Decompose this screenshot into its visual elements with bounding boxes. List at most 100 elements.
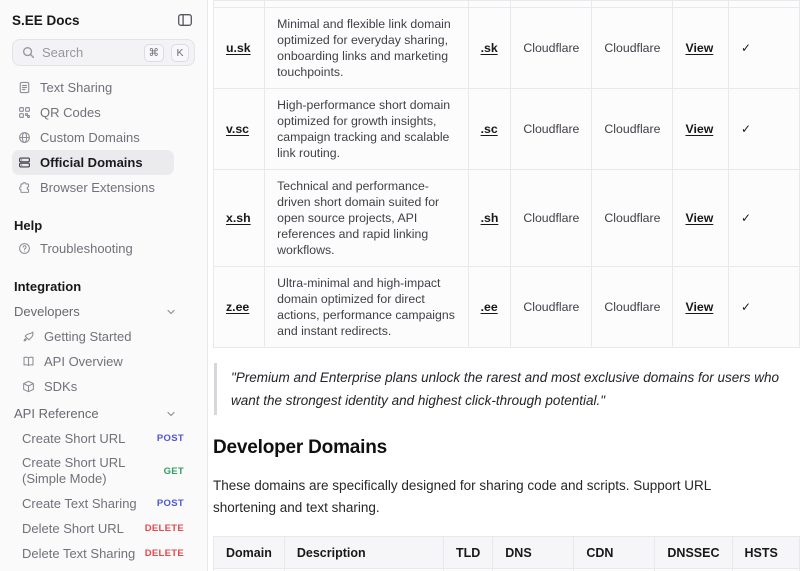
cdn-value: Cloudflare: [592, 170, 673, 267]
dns-value: Cloudflare: [511, 170, 592, 267]
column-header: Domain: [214, 537, 285, 569]
developer-domains-heading: Developer Domains: [213, 437, 800, 459]
domain-link[interactable]: x.sh: [226, 211, 251, 225]
domain-description: Minimal and flexible link domain optimiz…: [265, 8, 468, 89]
sidebar-item-create-text-sharing[interactable]: Create Text Sharing POST: [12, 491, 186, 516]
sidebar-item-label: Browser Extensions: [40, 180, 155, 195]
sidebar-section-help: Help: [12, 214, 174, 236]
column-header: CDN: [574, 537, 655, 569]
sidebar-item-api-overview[interactable]: API Overview: [12, 349, 174, 374]
sidebar-item-delete-short-url[interactable]: Delete Short URL DELETE: [12, 516, 186, 541]
main-content: u.sk Minimal and flexible link domain op…: [208, 0, 800, 571]
dns-value: Cloudflare: [511, 8, 592, 89]
table-row-partial: [214, 1, 800, 8]
group-label: Developers: [14, 304, 80, 319]
domain-description: Technical and performance-driven short d…: [265, 170, 468, 267]
tld-link[interactable]: .ee: [481, 300, 498, 314]
sidebar-item-custom-domains[interactable]: Custom Domains: [12, 125, 174, 150]
sidebar-group-api-reference[interactable]: API Reference: [12, 401, 182, 426]
method-badge: GET: [164, 466, 184, 477]
domain-link[interactable]: u.sk: [226, 41, 251, 55]
rocket-icon: [22, 330, 35, 343]
package-icon: [22, 380, 35, 393]
sidebar-item-label: API Overview: [44, 354, 123, 369]
domain-link[interactable]: z.ee: [226, 300, 249, 314]
column-header: TLD: [443, 537, 492, 569]
panel-left-icon: [177, 12, 193, 28]
sidebar-item-create-short-url-simple[interactable]: Create Short URL (Simple Mode) GET: [12, 451, 186, 491]
hsts-check-icon: ✓: [741, 41, 751, 55]
sidebar-item-get-available-domains[interactable]: Get Available Domains for GET: [12, 566, 186, 571]
sidebar-item-label: Custom Domains: [40, 130, 140, 145]
column-header: DNS: [493, 537, 574, 569]
tld-link[interactable]: .sc: [481, 122, 498, 136]
sidebar-item-getting-started[interactable]: Getting Started: [12, 324, 174, 349]
search-placeholder: Search: [42, 45, 137, 60]
dnssec-view-link[interactable]: View: [685, 41, 713, 55]
sidebar-item-text-sharing[interactable]: Text Sharing: [12, 75, 174, 100]
tld-link[interactable]: .sh: [481, 211, 499, 225]
hsts-check-icon: ✓: [741, 300, 751, 314]
domain-link[interactable]: v.sc: [226, 122, 249, 136]
file-text-icon: [18, 81, 31, 94]
dnssec-view-link[interactable]: View: [685, 122, 713, 136]
sidebar-toggle-button[interactable]: [175, 10, 195, 30]
method-badge: DELETE: [145, 523, 184, 534]
sidebar-item-label: QR Codes: [40, 105, 101, 120]
book-open-icon: [22, 355, 35, 368]
table-row: x.sh Technical and performance-driven sh…: [214, 170, 800, 267]
developer-domains-table: Domain Description TLD DNS CDN DNSSEC HS…: [213, 536, 800, 571]
globe-icon: [18, 131, 31, 144]
sidebar-item-label: Getting Started: [44, 329, 131, 344]
puzzle-icon: [18, 181, 31, 194]
sidebar-item-official-domains[interactable]: Official Domains: [12, 150, 174, 175]
sidebar-item-qr-codes[interactable]: QR Codes: [12, 100, 174, 125]
search-icon: [22, 46, 35, 59]
method-badge: POST: [157, 498, 184, 509]
sidebar: S.EE Docs Search ⌘ K Text Sharing: [0, 0, 208, 571]
sidebar-group-developers[interactable]: Developers: [12, 299, 182, 324]
kbd-cmd: ⌘: [144, 44, 165, 62]
kbd-k: K: [171, 44, 189, 62]
sidebar-item-label: SDKs: [44, 379, 77, 394]
sidebar-item-label: Text Sharing: [40, 80, 112, 95]
sidebar-item-create-short-url[interactable]: Create Short URL POST: [12, 426, 186, 451]
sidebar-item-label: Delete Text Sharing: [22, 546, 135, 562]
method-badge: DELETE: [145, 548, 184, 559]
dns-value: Cloudflare: [511, 89, 592, 170]
hsts-check-icon: ✓: [741, 211, 751, 225]
developer-domains-intro: These domains are specifically designed …: [213, 475, 775, 519]
column-header: DNSSEC: [655, 537, 732, 569]
dnssec-view-link[interactable]: View: [685, 211, 713, 225]
sidebar-item-browser-extensions[interactable]: Browser Extensions: [12, 175, 174, 200]
sidebar-item-label: Troubleshooting: [40, 241, 133, 256]
sidebar-item-delete-text-sharing[interactable]: Delete Text Sharing DELETE: [12, 541, 186, 566]
sidebar-item-label: Official Domains: [40, 155, 143, 170]
sidebar-item-label: Delete Short URL: [22, 521, 124, 537]
domain-description: Ultra-minimal and high-impact domain opt…: [265, 267, 468, 348]
column-header: HSTS: [732, 537, 800, 569]
sidebar-item-troubleshooting[interactable]: Troubleshooting: [12, 236, 174, 261]
search-input[interactable]: Search ⌘ K: [12, 39, 195, 66]
cdn-value: Cloudflare: [592, 89, 673, 170]
official-domains-table: u.sk Minimal and flexible link domain op…: [213, 0, 800, 348]
group-label: API Reference: [14, 406, 99, 421]
qr-code-icon: [18, 106, 31, 119]
sidebar-item-sdks[interactable]: SDKs: [12, 374, 174, 399]
sidebar-nav: Text Sharing QR Codes Custom Domains: [12, 75, 174, 571]
column-header: Description: [284, 537, 443, 569]
domain-description: High-performance short domain optimized …: [265, 89, 468, 170]
cdn-value: Cloudflare: [592, 267, 673, 348]
table-row: v.sc High-performance short domain optim…: [214, 89, 800, 170]
dnssec-view-link[interactable]: View: [685, 300, 713, 314]
sidebar-header: S.EE Docs: [12, 8, 195, 32]
table-row: z.ee Ultra-minimal and high-impact domai…: [214, 267, 800, 348]
server-icon: [18, 156, 31, 169]
hsts-check-icon: ✓: [741, 122, 751, 136]
cdn-value: Cloudflare: [592, 8, 673, 89]
chevron-down-icon: [165, 408, 177, 420]
premium-quote: "Premium and Enterprise plans unlock the…: [214, 363, 782, 415]
tld-link[interactable]: .sk: [481, 41, 498, 55]
sidebar-section-integration: Integration: [12, 275, 174, 297]
chevron-down-icon: [165, 306, 177, 318]
